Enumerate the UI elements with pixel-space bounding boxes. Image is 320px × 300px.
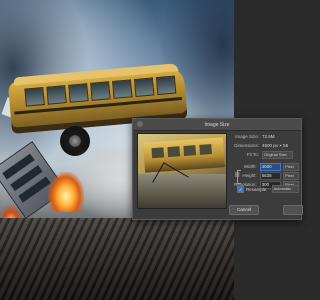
dialog-titlebar[interactable]: Image Size — [133, 119, 301, 131]
width-input[interactable]: 4500 — [259, 162, 282, 171]
image-size-value: 72.6M — [262, 134, 275, 139]
bus-window — [155, 75, 177, 96]
image-size-row: Image Size: 72.6M — [229, 132, 299, 141]
resample-label: Resample: — [246, 186, 268, 192]
resample-checkbox[interactable]: ✓ — [237, 185, 244, 193]
bus-window — [90, 81, 111, 101]
resample-select[interactable]: Automatic — [271, 185, 299, 193]
fit-to-label: Fit To: — [246, 152, 259, 157]
close-icon[interactable] — [137, 121, 143, 127]
height-unit-select[interactable]: Pixel — [283, 171, 299, 180]
preview-bus-window — [183, 145, 197, 156]
fire-explosion — [48, 172, 84, 212]
bus-window — [133, 77, 155, 98]
dimensions-label: Dimensions: — [234, 143, 259, 148]
dimensions-row: Dimensions: 4500 px × 56 — [229, 141, 299, 150]
fit-to-row: Fit To: Original Size — [229, 150, 299, 159]
image-size-dialog: Image Size Image Size: 72.6M Dimensions:… — [132, 118, 303, 220]
bus-window — [112, 79, 133, 99]
dimensions-value[interactable]: 4500 px × 56 — [262, 143, 288, 148]
image-size-label: Image Size: — [235, 134, 259, 139]
cancel-button[interactable]: Cancel — [229, 205, 259, 215]
width-label: Width: — [243, 164, 257, 169]
preview-bus-window — [199, 144, 213, 155]
preview-bus — [143, 137, 225, 173]
preview-bus-window — [151, 147, 165, 159]
width-unit-select[interactable]: Pixel — [283, 162, 299, 171]
ok-button[interactable] — [283, 205, 303, 215]
bus-window — [46, 85, 67, 105]
height-input[interactable]: 5638 — [259, 171, 282, 180]
bus-window — [24, 87, 45, 107]
chain-link-icon[interactable]: ⛓ — [234, 172, 240, 178]
resample-row: ✓ Resample: Automatic — [237, 185, 299, 193]
bus-window — [68, 83, 89, 103]
preview-bus-window — [167, 146, 181, 158]
fit-to-select[interactable]: Original Size — [262, 150, 293, 159]
image-preview[interactable] — [137, 133, 227, 209]
dialog-title: Image Size — [204, 121, 230, 128]
rubble-ground — [0, 218, 234, 300]
